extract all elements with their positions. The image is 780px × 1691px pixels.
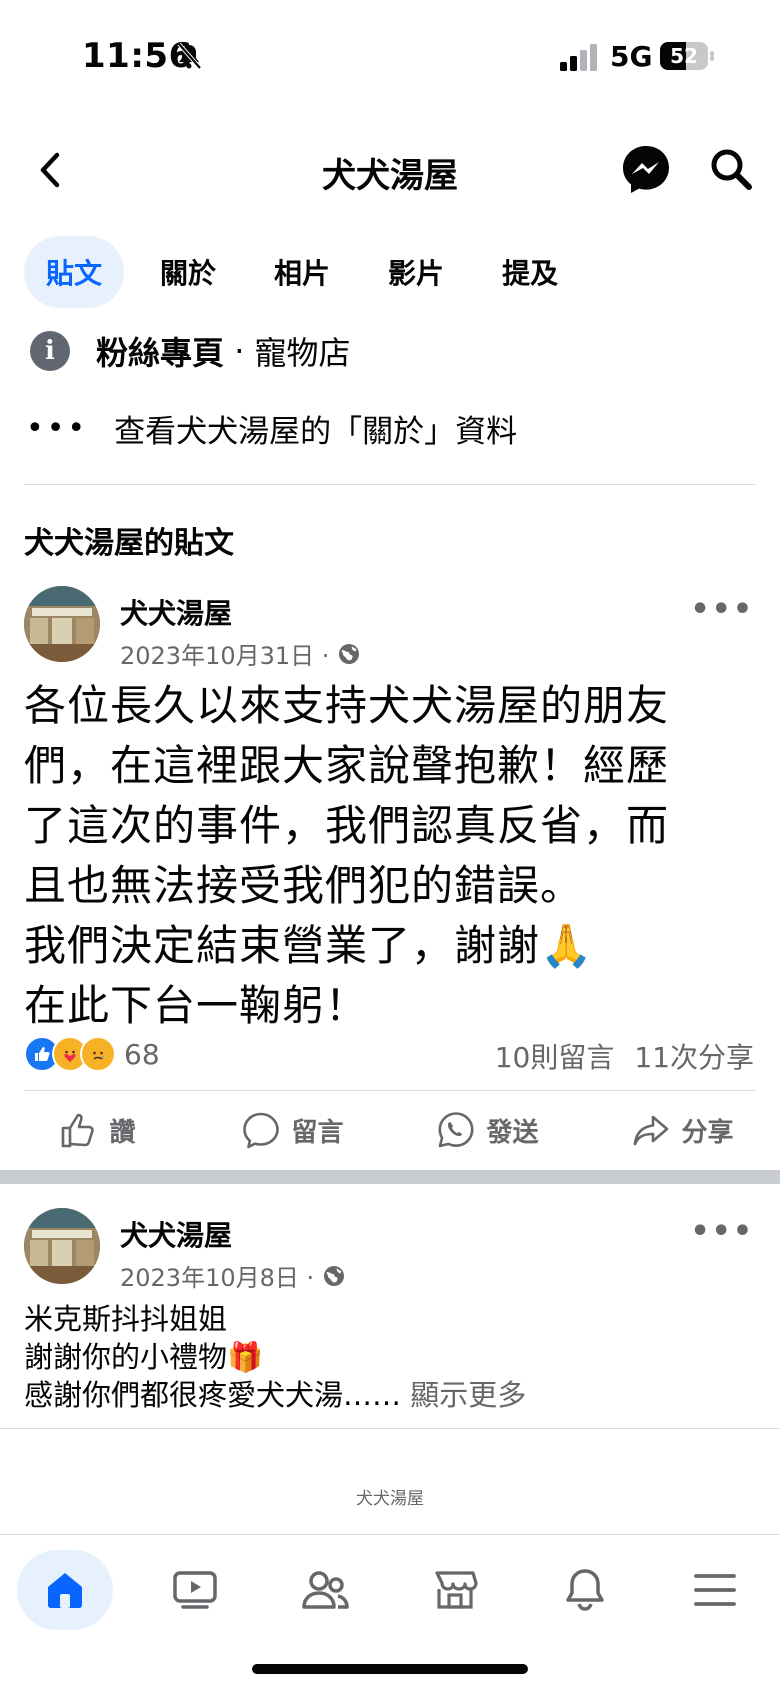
post-line: 了這次的事件，我們認真反省，而 xyxy=(24,801,670,850)
tab-posts[interactable]: 貼文 xyxy=(24,236,125,308)
footer-brand: 犬犬湯屋 xyxy=(356,1489,424,1509)
comment-icon xyxy=(243,1112,280,1149)
like-button[interactable]: 讚 xyxy=(0,1104,195,1156)
tab-about[interactable]: 關於 xyxy=(138,236,238,308)
comment-button[interactable]: 留言 xyxy=(195,1104,390,1156)
friends-icon xyxy=(302,1571,349,1609)
search-icon[interactable] xyxy=(708,146,754,192)
divider xyxy=(24,484,756,485)
globe-icon xyxy=(339,643,360,664)
divider xyxy=(0,1428,780,1429)
post-actions: 讚 留言 發送 分享 xyxy=(0,1104,780,1156)
nav-video[interactable] xyxy=(130,1535,260,1645)
avatar[interactable] xyxy=(24,586,100,662)
globe-icon xyxy=(324,1265,345,1286)
messenger-icon[interactable] xyxy=(620,143,672,195)
tab-photos[interactable]: 相片 xyxy=(252,236,352,308)
sad-reaction-icon xyxy=(80,1036,116,1072)
post-body: 各位長久以來支持犬犬湯屋的朋友 們，在這裡跟大家說聲抱歉！經歷 了這次的事件，我… xyxy=(24,676,764,1036)
send-button[interactable]: 發送 xyxy=(390,1104,585,1156)
comment-label: 留言 xyxy=(291,1117,344,1148)
engagement-stats: 10則留言 11次分享 xyxy=(495,1036,754,1076)
post-line: 在此下台一鞠躬！ xyxy=(24,981,369,1030)
like-label: 讚 xyxy=(109,1117,136,1148)
share-button[interactable]: 分享 xyxy=(585,1104,780,1156)
post-date-text: 2023年10月8日 · xyxy=(120,1264,315,1292)
thumbs-up-icon xyxy=(62,1113,95,1148)
nav-menu[interactable] xyxy=(650,1535,780,1645)
post-line-text: 感謝你們都很疼愛犬犬湯…… xyxy=(24,1378,402,1412)
nav-marketplace[interactable] xyxy=(390,1535,520,1645)
tab-videos[interactable]: 影片 xyxy=(366,236,466,308)
post-author[interactable]: 犬犬湯屋 xyxy=(120,592,232,632)
network-type: 5G xyxy=(610,40,653,73)
bottom-nav xyxy=(0,1534,780,1645)
reactions-count: 68 xyxy=(124,1037,160,1071)
battery-level: 52 xyxy=(670,44,698,68)
tab-mentions[interactable]: 提及 xyxy=(480,236,580,308)
video-icon xyxy=(173,1571,217,1609)
nav-notifications[interactable] xyxy=(520,1535,650,1645)
post-line: 們，在這裡跟大家說聲抱歉！經歷 xyxy=(24,741,670,790)
show-more-link[interactable]: 顯示更多 xyxy=(410,1378,526,1412)
post-body: 米克斯抖抖姐姐 謝謝你的小禮物🎁 感謝你們都很疼愛犬犬湯…… 顯示更多 xyxy=(24,1300,764,1414)
post-line: 謝謝你的小禮物🎁 xyxy=(24,1340,264,1374)
post-options-button[interactable]: ••• xyxy=(690,592,754,627)
divider xyxy=(24,1090,756,1091)
post-author[interactable]: 犬犬湯屋 xyxy=(120,1214,232,1254)
info-icon: i xyxy=(30,331,70,371)
post-line: 且也無法接受我們犯的錯誤。 xyxy=(24,861,584,910)
post-date-text: 2023年10月31日 · xyxy=(120,642,330,670)
info-separator: · xyxy=(224,332,255,370)
battery-icon: 52 xyxy=(660,42,716,70)
about-link-label: 查看犬犬湯屋的「關於」資料 xyxy=(114,414,518,450)
signal-icon xyxy=(560,44,597,71)
home-indicator xyxy=(252,1664,528,1674)
about-link[interactable]: ••• 查看犬犬湯屋的「關於」資料 xyxy=(26,406,517,451)
post-line: 感謝你們都很疼愛犬犬湯…… 顯示更多 xyxy=(24,1376,764,1414)
whatsapp-icon xyxy=(438,1112,474,1148)
marketplace-icon xyxy=(435,1571,478,1609)
share-label: 分享 xyxy=(681,1117,734,1148)
send-label: 發送 xyxy=(486,1117,539,1148)
post-line: 我們決定結束營業了，謝謝🙏 xyxy=(24,921,594,970)
hamburger-menu-icon xyxy=(694,1574,736,1606)
comments-count[interactable]: 10則留言 xyxy=(495,1036,615,1076)
section-title: 犬犬湯屋的貼文 xyxy=(24,526,234,561)
shares-count[interactable]: 11次分享 xyxy=(634,1036,754,1076)
page-info-row: i 粉絲專頁 · 寵物店 xyxy=(30,328,351,374)
nav-home[interactable] xyxy=(0,1535,130,1645)
avatar[interactable] xyxy=(24,1208,100,1284)
reactions-summary[interactable]: 68 xyxy=(24,1036,160,1072)
home-icon xyxy=(48,1573,82,1608)
post-line: 米克斯抖抖姐姐 xyxy=(24,1302,228,1336)
page-category: 寵物店 xyxy=(254,334,351,372)
more-dots-icon: ••• xyxy=(26,410,89,446)
post-options-button[interactable]: ••• xyxy=(690,1214,754,1249)
nav-friends[interactable] xyxy=(260,1535,390,1645)
page-type: 粉絲專頁 xyxy=(96,334,225,372)
profile-tabs: 貼文 關於 相片 影片 提及 xyxy=(24,236,594,308)
bell-off-icon xyxy=(177,42,202,70)
share-arrow-icon xyxy=(634,1115,669,1146)
section-separator xyxy=(0,1170,780,1184)
bell-icon xyxy=(566,1569,604,1611)
post-date: 2023年10月31日 · xyxy=(120,636,361,671)
post-line: 各位長久以來支持犬犬湯屋的朋友 xyxy=(24,681,670,730)
post-date: 2023年10月8日 · xyxy=(120,1258,346,1293)
